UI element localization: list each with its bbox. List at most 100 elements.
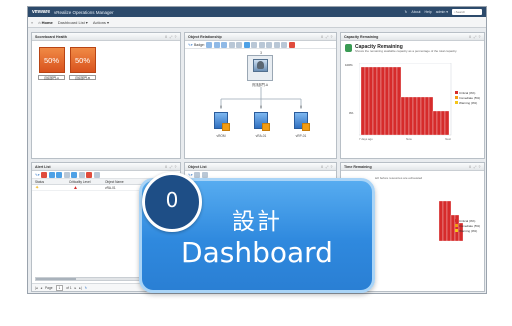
cancel-alert-icon[interactable] <box>41 171 48 178</box>
actions-icon[interactable]: ✎▾ <box>188 173 193 177</box>
badge-label: Badge: <box>194 42 205 47</box>
zoom-in-icon[interactable] <box>251 41 258 48</box>
prev-page-button[interactable]: ◂ <box>40 286 42 290</box>
actions-icon[interactable]: ✎▾ <box>35 173 40 177</box>
actions-icon[interactable]: ✎▾ <box>188 43 193 47</box>
dashboard-list-menu[interactable]: Dashboard List ▾ <box>58 20 88 25</box>
column-header[interactable]: Criticality Level <box>69 180 105 184</box>
next-page-button[interactable]: ▸ <box>75 286 77 290</box>
legend-label: Immediate (5%) <box>459 96 481 100</box>
capacity-summary: Capacity Remaining Shows the remaining a… <box>341 41 484 54</box>
capacity-y-bottom: 0% <box>349 111 354 115</box>
scrollbar-thumb[interactable] <box>36 278 76 280</box>
collapse-icon[interactable]: « <box>31 20 33 25</box>
widget-controls[interactable]: ⇕ ⤢ ? <box>165 35 177 39</box>
user-menu[interactable]: admin ▾ <box>436 10 448 14</box>
suspend-icon[interactable] <box>48 171 55 178</box>
toolbar-icon[interactable] <box>194 171 201 178</box>
tree-icon[interactable] <box>236 41 243 48</box>
search-placeholder: Search <box>455 10 466 14</box>
refresh-icon[interactable]: ↻ <box>404 10 407 14</box>
search-icon[interactable] <box>266 41 273 48</box>
actions-menu[interactable]: Actions ▾ <box>93 20 109 25</box>
widget-header: Alert List ⇕ ⤢ ? <box>32 163 180 171</box>
widget-header: Object List ⇕ ⤢ ? <box>185 163 336 171</box>
vm-icon[interactable] <box>214 112 230 131</box>
score-tile[interactable]: 50% 資訊部門-B <box>69 47 96 80</box>
widget-title: Time Remaining <box>344 164 372 169</box>
release-icon[interactable] <box>63 171 70 178</box>
scoreboard-health-widget: Scoreboard Health ⇕ ⤢ ? 50% 資訊部門-A 50% 資… <box>31 32 181 159</box>
scoreboard-tiles: 50% 資訊部門-A 50% 資訊部門-B <box>32 41 180 86</box>
widget-controls[interactable]: ⇕ ⤢ ? <box>165 165 177 169</box>
delete-icon[interactable] <box>86 171 93 178</box>
about-link[interactable]: About <box>411 10 420 14</box>
legend-label: Warning (0%) <box>459 101 478 105</box>
group-icon[interactable] <box>78 171 85 178</box>
score-label: 資訊部門-B <box>69 75 96 80</box>
legend-label: Warning (0%) <box>459 229 478 233</box>
alert-icon[interactable] <box>288 41 295 48</box>
vm-icon[interactable] <box>294 112 310 131</box>
zoom-out-icon[interactable] <box>273 41 280 48</box>
home-label: Home <box>41 19 53 25</box>
capacity-icon <box>345 44 352 52</box>
child-node-label: vROM <box>216 134 226 138</box>
page-input[interactable]: 1 <box>55 284 64 291</box>
legend-item: Warning (0%) <box>455 101 480 106</box>
legend-swatch-warning <box>455 229 458 232</box>
health-badge-icon[interactable] <box>206 41 213 48</box>
column-header[interactable]: Status <box>35 180 69 184</box>
x-tick-label: Now <box>406 137 412 141</box>
child-node-count: 0 <box>220 105 222 109</box>
first-page-button[interactable]: |◂ <box>35 286 37 290</box>
widget-title: Object List <box>188 164 207 169</box>
settings-icon[interactable] <box>281 41 288 48</box>
score-value: 50% <box>69 47 96 73</box>
toolbar-icon[interactable] <box>201 171 208 178</box>
widget-controls[interactable]: ⇕ ⤢ ? <box>321 165 333 169</box>
x-tick-label: Next <box>445 137 451 141</box>
export-icon[interactable] <box>93 171 100 178</box>
critical-alert-icon: ▲ <box>73 184 78 191</box>
home-tab[interactable]: ⌂ Home <box>38 20 53 25</box>
widget-controls[interactable]: ⇕ ⤢ ? <box>321 35 333 39</box>
efficiency-badge-icon[interactable] <box>221 41 228 48</box>
time-remaining-chart <box>439 200 464 242</box>
page-label: Page <box>45 285 53 290</box>
score-tile[interactable]: 50% 資訊部門-A <box>38 47 65 80</box>
legend-swatch-warning <box>455 101 458 104</box>
risk-badge-icon[interactable] <box>213 41 220 48</box>
legend-swatch-immediate <box>455 96 458 99</box>
widget-title: Object Relationship <box>188 34 222 39</box>
help-link[interactable]: Help <box>425 10 432 14</box>
capacity-x-axis: 7 days ago Now Next <box>359 137 451 141</box>
brand-logo: vmware <box>32 9 51 15</box>
layout-icon[interactable] <box>228 41 235 48</box>
filter-icon[interactable] <box>71 171 78 178</box>
list-icon[interactable] <box>243 41 250 48</box>
time-remaining-legend: Critical (0%) Immediate (5%) Warning (0%… <box>455 219 480 234</box>
refresh-icon[interactable]: ↻ <box>85 286 88 290</box>
relationship-graph: 3 資訊部門-A 0 vROM 0 vRA-01 0 vRP-01 <box>185 49 336 158</box>
product-title: vRealize Operations Manager <box>54 9 114 15</box>
child-node-label: vRP-01 <box>295 134 307 138</box>
step-number-badge: 0 <box>142 172 202 232</box>
user-icon <box>257 61 264 69</box>
nav-bar: « ⌂ Home Dashboard List ▾ Actions ▾ <box>28 17 486 28</box>
relationship-toolbar: ✎▾ Badge: <box>185 41 336 49</box>
search-input[interactable]: ⌕ Search <box>452 9 482 15</box>
last-page-button[interactable]: ▸| <box>79 286 81 290</box>
widget-header: Time Remaining ⇕ ⤢ ? <box>341 163 484 171</box>
legend-label: Immediate (5%) <box>459 224 481 228</box>
child-node-label: vRA-01 <box>255 134 267 138</box>
widget-controls[interactable]: ⇕ ⤢ ? <box>469 35 481 39</box>
filter-icon[interactable] <box>258 41 265 48</box>
object-relationship-widget: Object Relationship ⇕ ⤢ ? ✎▾ Badge: 3 資訊… <box>184 32 337 159</box>
vm-icon[interactable] <box>254 112 270 131</box>
column-header[interactable]: Object Name <box>105 180 124 184</box>
take-ownership-icon[interactable] <box>56 171 63 178</box>
x-tick-label: 7 days ago <box>359 137 373 141</box>
root-node[interactable] <box>247 55 273 81</box>
widget-controls[interactable]: ⇕ ⤢ ? <box>469 165 481 169</box>
